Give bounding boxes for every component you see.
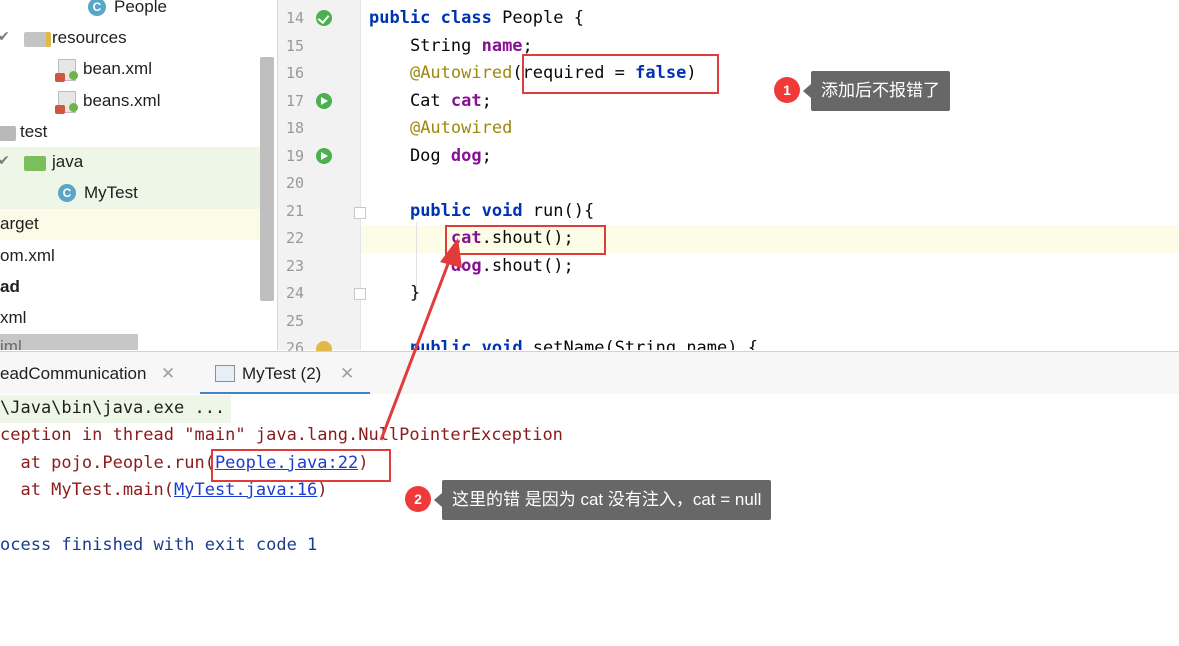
- java-class-icon: C: [88, 0, 106, 16]
- stacktrace-link-mytest[interactable]: MyTest.java:16: [174, 480, 317, 500]
- code-token: public: [409, 200, 482, 221]
- code-token: cat: [450, 90, 482, 111]
- code-token: public: [369, 8, 441, 28]
- close-icon[interactable]: ✕: [161, 364, 175, 384]
- code-token: ;: [481, 145, 492, 166]
- tree-horizontal-scrollbar[interactable]: iml: [0, 334, 138, 350]
- line-number: 22: [286, 229, 305, 247]
- tree-item-bean-xml[interactable]: bean.xml: [0, 54, 262, 85]
- code-token: dog: [450, 145, 482, 166]
- resources-folder-icon: [24, 32, 51, 47]
- code-line: @Autowired: [369, 115, 512, 143]
- chevron-down-icon[interactable]: ✔: [0, 152, 10, 169]
- code-token: Dog: [369, 145, 451, 166]
- run-tool-window-tabs: eadCommunication ✕ MyTest (2) ✕: [0, 351, 1179, 395]
- code-line: public void setName(String name) {: [369, 335, 758, 350]
- console-output[interactable]: \Java\bin\java.exe ... ception in thread…: [0, 394, 1179, 646]
- xml-file-icon: [55, 91, 78, 114]
- run-class-icon[interactable]: [316, 10, 332, 26]
- annotation-badge-1: 1: [774, 77, 800, 103]
- code-token: ;: [522, 35, 533, 56]
- annotation-tooltip-1: 添加后不报错了: [803, 71, 950, 111]
- project-tree: C People ✔ resources bean.xml beans.xml …: [0, 0, 278, 350]
- code-token: dog: [450, 255, 482, 276]
- line-number: 20: [286, 174, 305, 192]
- code-token: class: [440, 8, 503, 28]
- code-token: name: [481, 35, 523, 56]
- code-editor[interactable]: public class People { String name; @Auto…: [361, 0, 1179, 350]
- tree-item-xml[interactable]: xml: [0, 303, 262, 334]
- line-number: 24: [286, 284, 305, 302]
- close-icon[interactable]: ✕: [340, 364, 354, 384]
- navigate-bean-icon[interactable]: [316, 93, 332, 109]
- tree-item-resources[interactable]: ✔ resources: [0, 23, 262, 54]
- line-number: 21: [286, 201, 305, 220]
- navigate-bean-icon[interactable]: [316, 148, 332, 164]
- chevron-down-icon[interactable]: ✔: [0, 28, 10, 45]
- folder-icon: [0, 126, 16, 141]
- tree-item-mytest[interactable]: C MyTest: [0, 178, 262, 209]
- tree-item-pom-xml[interactable]: om.xml: [0, 241, 262, 272]
- code-token: Cat: [369, 90, 451, 111]
- line-number: 19: [286, 146, 305, 165]
- highlight-box-cat-shout: [445, 225, 606, 255]
- code-token: }: [369, 283, 421, 303]
- code-line: }: [369, 280, 420, 308]
- line-number: 16: [286, 64, 305, 82]
- code-token: run(){: [532, 200, 595, 221]
- annotation-tooltip-2: 这里的错 是因为 cat 没有注入，cat = null: [433, 480, 772, 520]
- console-exit-line: ocess finished with exit code 1: [0, 535, 318, 555]
- xml-file-icon: [55, 59, 78, 82]
- code-token: setName(String name) {: [532, 338, 758, 350]
- annotation-badge-2: 2: [405, 486, 431, 512]
- code-line: dog.shout();: [369, 253, 574, 281]
- code-token: @Autowired: [409, 63, 513, 83]
- console-command-line: \Java\bin\java.exe ...: [0, 395, 232, 423]
- tree-item-target[interactable]: arget: [0, 209, 262, 240]
- code-token: public: [409, 338, 482, 350]
- console-icon: [215, 365, 235, 382]
- line-number: 18: [286, 119, 305, 137]
- code-token: ;: [481, 90, 492, 111]
- tree-item-people[interactable]: C People: [0, 0, 262, 23]
- line-number: 23: [286, 256, 305, 275]
- tree-item-ad[interactable]: ad: [0, 272, 262, 303]
- code-line: Dog dog;: [369, 143, 492, 171]
- code-token: .shout();: [481, 255, 574, 276]
- tab-threadcommunication[interactable]: eadCommunication ✕: [0, 352, 186, 394]
- tree-vertical-scrollbar[interactable]: [260, 57, 274, 301]
- console-exception-line: ception in thread "main" java.lang.NullP…: [0, 425, 563, 445]
- tree-item-beans-xml[interactable]: beans.xml: [0, 86, 262, 117]
- code-line: Cat cat;: [369, 88, 492, 116]
- line-number: 14: [286, 9, 305, 27]
- tree-item-test[interactable]: test: [0, 117, 262, 148]
- line-number: 15: [286, 36, 305, 55]
- code-token: People {: [502, 8, 584, 28]
- tab-mytest[interactable]: MyTest (2) ✕: [200, 352, 370, 395]
- java-test-class-icon: C: [58, 184, 76, 202]
- code-token: void: [481, 338, 533, 350]
- line-number: 17: [286, 91, 305, 110]
- line-number: 25: [286, 311, 305, 330]
- code-token: String: [369, 35, 482, 56]
- code-line: String name;: [369, 33, 533, 61]
- code-token: void: [481, 200, 533, 221]
- highlight-box-stacktrace-link: [211, 449, 391, 482]
- test-source-folder-icon: [24, 156, 46, 171]
- code-line: public class People {: [369, 5, 584, 33]
- code-token: @Autowired: [409, 118, 513, 138]
- highlight-box-required-false: [522, 54, 719, 94]
- code-line: public void run(){: [369, 198, 594, 226]
- tree-item-java[interactable]: ✔ java: [0, 147, 262, 178]
